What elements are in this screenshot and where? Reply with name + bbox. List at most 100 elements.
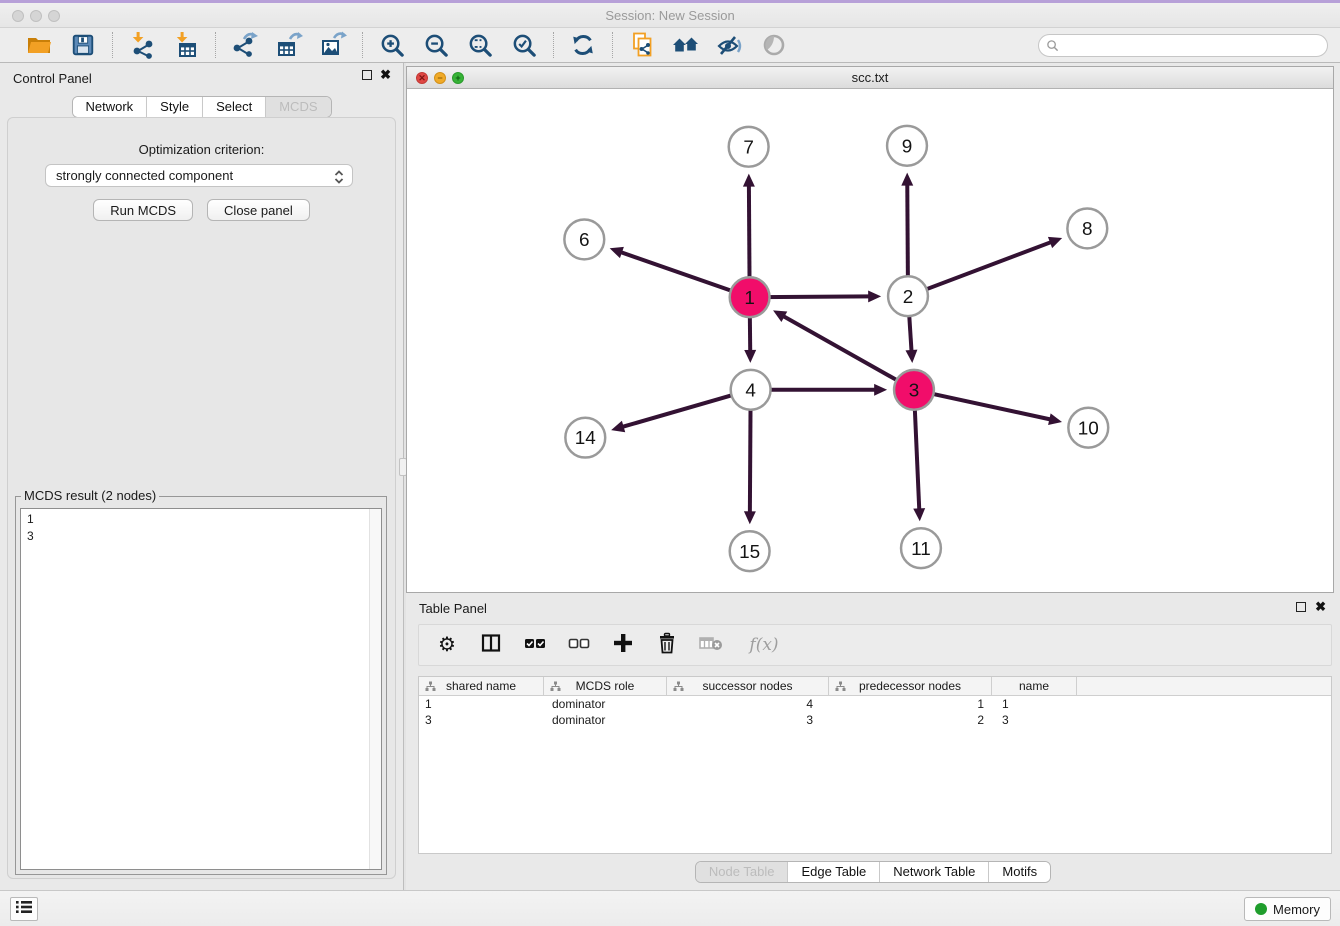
- tab-mcds[interactable]: MCDS: [265, 97, 330, 117]
- export-network-button[interactable]: [230, 30, 260, 60]
- main-toolbar: [0, 28, 1340, 63]
- table-panel-title: Table Panel: [419, 601, 487, 616]
- hide-selected-button[interactable]: [715, 30, 745, 60]
- zoom-in-icon: [379, 32, 406, 59]
- tab-motifs[interactable]: Motifs: [988, 862, 1050, 882]
- select-all-button[interactable]: [523, 633, 547, 657]
- tab-select[interactable]: Select: [202, 97, 265, 117]
- export-image-button[interactable]: [318, 30, 348, 60]
- memory-button[interactable]: Memory: [1244, 897, 1331, 921]
- optimization-criterion-label: Optimization criterion:: [8, 142, 395, 157]
- select-all-icon: [523, 632, 547, 659]
- zoom-selected-button[interactable]: [509, 30, 539, 60]
- table-cell[interactable]: 1: [829, 696, 992, 712]
- float-table-panel-icon[interactable]: [1296, 602, 1306, 612]
- table-cell[interactable]: dominator: [544, 696, 667, 712]
- column-header-shared-name[interactable]: shared name: [419, 677, 544, 695]
- show-disabled-button[interactable]: [759, 30, 789, 60]
- memory-status-icon: [1255, 903, 1267, 915]
- table-cell[interactable]: 3: [667, 712, 829, 728]
- column-header-name[interactable]: name: [992, 677, 1077, 695]
- toggle-columns-button[interactable]: [479, 633, 503, 657]
- control-panel-title: Control Panel: [13, 71, 92, 86]
- mcds-result-fieldset: MCDS result (2 nodes) 1 3: [15, 496, 387, 875]
- graph-node-label: 6: [579, 230, 590, 251]
- graph-node-label: 4: [745, 380, 756, 401]
- deselect-all-button[interactable]: [567, 633, 591, 657]
- graph-edge-arrowhead: [743, 174, 755, 187]
- home-button[interactable]: [671, 30, 701, 60]
- duplicate-network-button[interactable]: [627, 30, 657, 60]
- table-row[interactable]: 3dominator323: [419, 712, 1331, 728]
- network-window-titlebar[interactable]: ✕ − + scc.txt: [407, 67, 1333, 89]
- tab-network[interactable]: Network: [72, 97, 146, 117]
- network-canvas[interactable]: 7968124314101511: [407, 89, 1333, 592]
- column-header-predecessor-nodes[interactable]: predecessor nodes: [829, 677, 992, 695]
- graph-node-label: 11: [911, 539, 931, 560]
- table-cell[interactable]: 2: [829, 712, 992, 728]
- import-network-button[interactable]: [127, 30, 157, 60]
- export-table-button[interactable]: [274, 30, 304, 60]
- table-cell[interactable]: 1: [419, 696, 544, 712]
- tab-style[interactable]: Style: [146, 97, 202, 117]
- graph-edge-arrowhead: [610, 247, 624, 258]
- close-panel-button[interactable]: Close panel: [207, 199, 310, 221]
- run-mcds-button[interactable]: Run MCDS: [93, 199, 193, 221]
- graph-node-label: 14: [575, 428, 596, 449]
- column-header-successor-nodes[interactable]: successor nodes: [667, 677, 829, 695]
- graph-node-label: 3: [909, 380, 920, 401]
- search-input[interactable]: [1038, 34, 1328, 57]
- table-settings-button[interactable]: ⚙: [435, 633, 459, 657]
- memory-label: Memory: [1273, 902, 1320, 917]
- zoom-fit-icon: [467, 32, 494, 59]
- task-history-button[interactable]: [10, 897, 38, 921]
- graph-edge-2-8[interactable]: [908, 242, 1052, 296]
- tab-network-table[interactable]: Network Table: [879, 862, 988, 882]
- zoom-in-button[interactable]: [377, 30, 407, 60]
- graph-node-label: 7: [743, 137, 754, 158]
- node-table[interactable]: shared nameMCDS rolesuccessor nodesprede…: [418, 676, 1332, 854]
- graph-edge-arrowhead: [1048, 413, 1062, 425]
- mcds-result-box[interactable]: 1 3: [20, 508, 382, 870]
- graph-node-label: 8: [1082, 219, 1093, 240]
- float-panel-icon[interactable]: [362, 70, 372, 80]
- graph-node-label: 2: [903, 287, 914, 308]
- table-cell[interactable]: 1: [992, 696, 1077, 712]
- function-builder-button[interactable]: f(x): [743, 633, 785, 657]
- table-cell[interactable]: 3: [419, 712, 544, 728]
- graph-edge-arrowhead: [744, 350, 756, 363]
- open-session-button[interactable]: [24, 30, 54, 60]
- zoom-out-icon: [423, 32, 450, 59]
- close-panel-icon[interactable]: ✖: [380, 70, 391, 80]
- export-image-icon: [319, 31, 347, 59]
- column-header-MCDS-role[interactable]: MCDS role: [544, 677, 667, 695]
- app-titlebar: Session: New Session: [0, 3, 1340, 28]
- result-scrollbar[interactable]: [369, 509, 381, 869]
- graph-edge-3-1[interactable]: [783, 316, 914, 390]
- tab-edge-table[interactable]: Edge Table: [787, 862, 879, 882]
- status-bar: Memory: [0, 890, 1340, 926]
- close-table-panel-icon[interactable]: ✖: [1315, 602, 1326, 612]
- network-view-window: ✕ − + scc.txt 7968124314101511: [406, 66, 1334, 593]
- table-cell[interactable]: 3: [992, 712, 1077, 728]
- zoom-fit-button[interactable]: [465, 30, 495, 60]
- control-panel-header: Control Panel ✖: [0, 63, 403, 93]
- graph-edge-arrowhead: [913, 508, 925, 521]
- tab-node-table[interactable]: Node Table: [696, 862, 788, 882]
- add-row-button[interactable]: [611, 633, 635, 657]
- optimization-criterion-select[interactable]: strongly connected component: [45, 164, 353, 187]
- table-cell[interactable]: dominator: [544, 712, 667, 728]
- zoom-out-button[interactable]: [421, 30, 451, 60]
- refresh-layout-button[interactable]: [568, 30, 598, 60]
- graph-edge-arrowhead: [1048, 237, 1062, 248]
- table-row[interactable]: 1dominator411: [419, 696, 1331, 712]
- app-title: Session: New Session: [0, 8, 1340, 23]
- delete-row-button[interactable]: [655, 633, 679, 657]
- graph-edge-arrowhead: [905, 350, 917, 363]
- table-cell[interactable]: 4: [667, 696, 829, 712]
- save-session-button[interactable]: [68, 30, 98, 60]
- graph-edge-arrowhead: [744, 511, 756, 524]
- network-graph[interactable]: 7968124314101511: [407, 89, 1333, 592]
- delete-table-button[interactable]: [699, 633, 723, 657]
- import-table-button[interactable]: [171, 30, 201, 60]
